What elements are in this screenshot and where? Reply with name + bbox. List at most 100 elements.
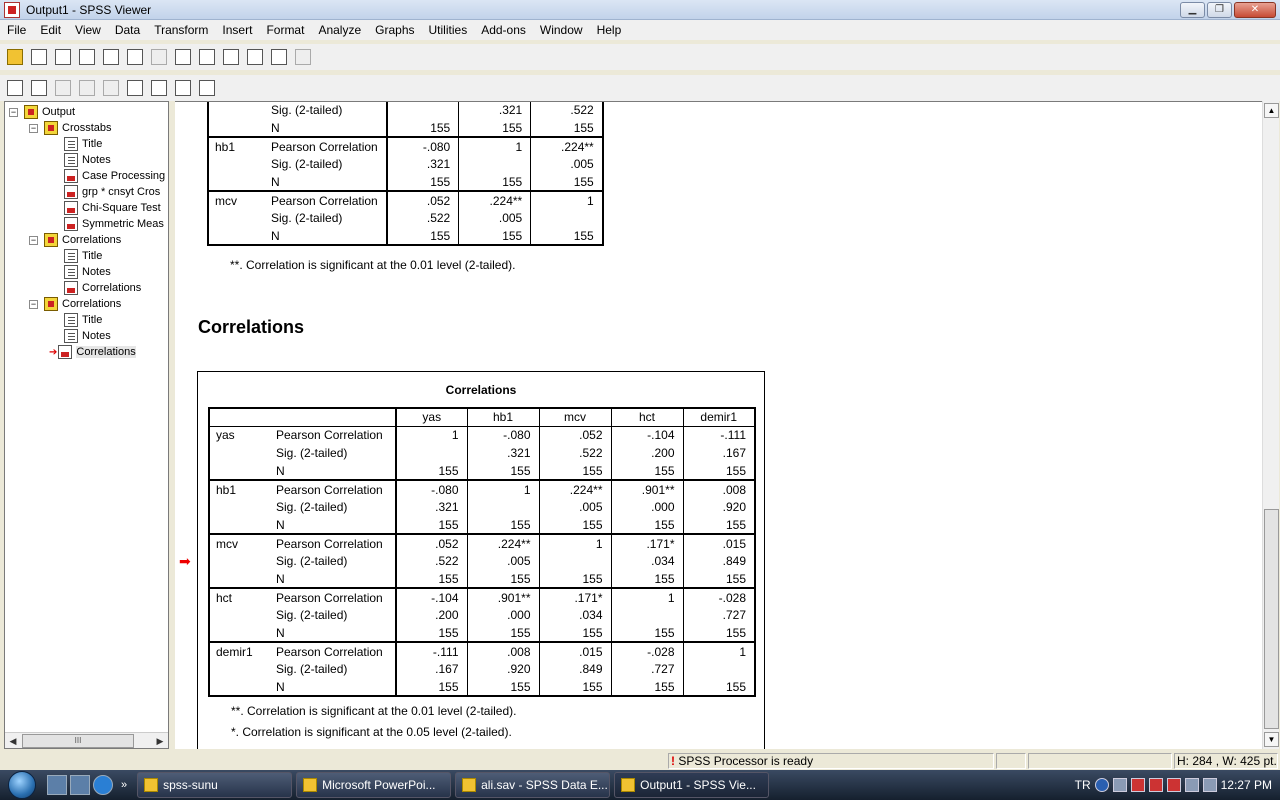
open-icon[interactable] xyxy=(4,46,26,68)
export-icon[interactable] xyxy=(100,46,122,68)
menu-transform[interactable]: Transform xyxy=(147,20,215,40)
column-header[interactable]: demir1 xyxy=(683,408,755,427)
collapse-toggle-icon[interactable]: − xyxy=(9,107,18,117)
taskbar-button[interactable]: Microsoft PowerPoi... xyxy=(296,772,452,798)
menu-graphs[interactable]: Graphs xyxy=(368,20,421,40)
tree-item[interactable]: Title xyxy=(49,248,102,264)
scroll-thumb[interactable]: III xyxy=(22,734,134,748)
collapse-icon[interactable] xyxy=(76,77,98,99)
correlations-table-previous[interactable]: Sig. (2-tailed) .321.522 N 155 155 155 hb1 Pear… xyxy=(207,102,604,246)
tree-item[interactable]: grp * cnsyt Cros xyxy=(49,184,160,200)
scroll-left-icon[interactable]: ◀ xyxy=(5,734,21,748)
table-cell: .052 xyxy=(539,426,612,444)
promote-icon[interactable] xyxy=(4,77,26,99)
show-desktop-icon[interactable] xyxy=(47,775,67,795)
tree-item[interactable]: Case Processing xyxy=(49,168,165,184)
menu-view[interactable]: View xyxy=(68,20,108,40)
volume-icon[interactable] xyxy=(1202,778,1217,792)
column-header[interactable]: mcv xyxy=(539,408,612,427)
network-icon[interactable] xyxy=(1184,778,1199,792)
insert-heading-icon[interactable] xyxy=(148,77,170,99)
clock[interactable]: 12:27 PM xyxy=(1221,778,1272,792)
dialog-recall-icon[interactable] xyxy=(124,46,146,68)
menu-insert[interactable]: Insert xyxy=(215,20,259,40)
taskbar-button[interactable]: Output1 - SPSS Vie... xyxy=(614,772,770,798)
undo-icon[interactable] xyxy=(148,46,170,68)
hide-icon[interactable] xyxy=(124,77,146,99)
quicklaunch-overflow-icon[interactable]: » xyxy=(121,779,127,791)
tray-icon[interactable] xyxy=(1112,778,1127,792)
tray-icon[interactable] xyxy=(1166,778,1181,792)
tree-item[interactable]: Title xyxy=(49,312,102,328)
maximize-button[interactable]: ❐ xyxy=(1207,2,1232,18)
table-cell: .034 xyxy=(539,606,612,624)
menu-utilities[interactable]: Utilities xyxy=(422,20,475,40)
correlations-table[interactable]: yas hb1 mcv hct demir1 yas Pearson Correlation… xyxy=(208,407,756,697)
scroll-thumb[interactable] xyxy=(1264,509,1279,729)
tray-icon[interactable] xyxy=(1148,778,1163,792)
goto-case-icon[interactable] xyxy=(196,46,218,68)
tree-item[interactable]: Notes xyxy=(49,264,111,280)
tree-item[interactable]: Symmetric Meas xyxy=(49,216,164,232)
menu-help[interactable]: Help xyxy=(590,20,629,40)
tree-item[interactable]: Title xyxy=(49,136,102,152)
scroll-up-icon[interactable]: ▲ xyxy=(1264,103,1279,118)
tray-icon[interactable] xyxy=(1130,778,1145,792)
variables-icon[interactable] xyxy=(220,46,242,68)
tree-item[interactable]: − Correlations xyxy=(29,232,121,248)
print-icon[interactable] xyxy=(52,46,74,68)
table-row: N 155 155 155 xyxy=(208,119,603,137)
outline-horizontal-scrollbar[interactable]: ◀ III ▶ xyxy=(5,732,168,748)
menu-window[interactable]: Window xyxy=(533,20,590,40)
tree-item[interactable]: − Correlations xyxy=(29,296,121,312)
save-icon[interactable] xyxy=(28,46,50,68)
goto-data-icon[interactable] xyxy=(172,46,194,68)
menu-addons[interactable]: Add-ons xyxy=(474,20,533,40)
table-cell: .000 xyxy=(467,606,540,624)
tree-item[interactable]: Correlations xyxy=(49,280,141,296)
help-icon[interactable] xyxy=(1094,778,1109,792)
show-icon[interactable] xyxy=(100,77,122,99)
demote-icon[interactable] xyxy=(28,77,50,99)
taskbar-button[interactable]: spss-sunu xyxy=(137,772,293,798)
run-icon[interactable] xyxy=(292,46,314,68)
tree-item[interactable]: − Output xyxy=(9,104,75,120)
tree-item[interactable]: Notes xyxy=(49,152,111,168)
menu-analyze[interactable]: Analyze xyxy=(311,20,368,40)
pivot-table-frame[interactable]: Correlations yas hb1 mcv hct demir1 yas Pearso… xyxy=(197,371,765,749)
collapse-toggle-icon[interactable]: − xyxy=(29,123,38,133)
content-vertical-scrollbar[interactable]: ▲ ▼ xyxy=(1262,101,1279,749)
table-cell: 155 xyxy=(539,678,612,696)
use-sets-icon[interactable] xyxy=(244,46,266,68)
task-app-icon xyxy=(144,778,159,792)
print-preview-icon[interactable] xyxy=(76,46,98,68)
expand-icon[interactable] xyxy=(52,77,74,99)
tree-item[interactable]: − Crosstabs xyxy=(29,120,112,136)
language-indicator[interactable]: TR xyxy=(1075,778,1091,792)
switch-windows-icon[interactable] xyxy=(70,775,90,795)
scroll-down-icon[interactable]: ▼ xyxy=(1264,732,1279,747)
menu-edit[interactable]: Edit xyxy=(33,20,68,40)
insert-title-icon[interactable] xyxy=(172,77,194,99)
column-header[interactable]: hb1 xyxy=(467,408,540,427)
minimize-button[interactable]: ▁ xyxy=(1180,2,1205,18)
outline-toolbar xyxy=(0,75,1280,101)
internet-explorer-icon[interactable] xyxy=(93,775,113,795)
menu-file[interactable]: File xyxy=(0,20,33,40)
menu-data[interactable]: Data xyxy=(108,20,147,40)
tree-item[interactable]: Notes xyxy=(49,328,111,344)
column-header[interactable]: hct xyxy=(611,408,684,427)
insert-text-icon[interactable] xyxy=(196,77,218,99)
close-button[interactable]: ✕ xyxy=(1234,2,1276,18)
start-button[interactable] xyxy=(0,770,44,800)
column-header[interactable]: yas xyxy=(396,408,468,427)
collapse-toggle-icon[interactable]: − xyxy=(29,299,38,309)
tree-item[interactable]: Chi-Square Test xyxy=(49,200,161,216)
menu-format[interactable]: Format xyxy=(259,20,311,40)
scroll-right-icon[interactable]: ▶ xyxy=(152,734,168,748)
designate-window-icon[interactable] xyxy=(268,46,290,68)
row-variable xyxy=(209,444,268,462)
collapse-toggle-icon[interactable]: − xyxy=(29,235,38,245)
tree-item[interactable]: ➔ Correlations xyxy=(49,344,136,360)
taskbar-button[interactable]: ali.sav - SPSS Data E... xyxy=(455,772,611,798)
